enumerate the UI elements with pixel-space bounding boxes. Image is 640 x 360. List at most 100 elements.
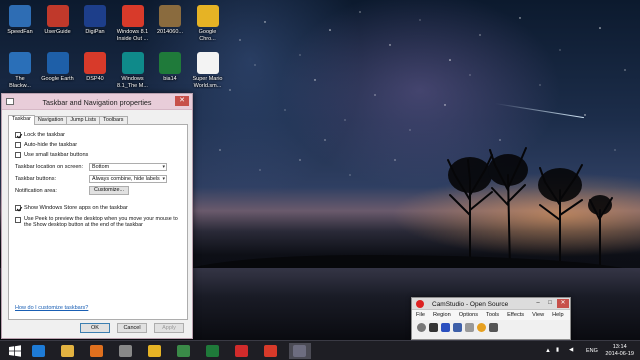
tab-navigation[interactable]: Navigation (33, 116, 68, 124)
desktop-icon[interactable]: Google Chro... (188, 3, 228, 47)
digipan-icon (84, 5, 106, 27)
active-window-icon (293, 345, 306, 357)
taskbar-buttons-label: Taskbar buttons: (15, 176, 57, 182)
customize-button[interactable]: Customize... (89, 186, 129, 195)
desktop-icon-label: DigiPan (85, 29, 105, 35)
ie-icon (32, 345, 45, 357)
desktop-icon[interactable]: UserGuide (38, 3, 78, 47)
taskbar-app-button[interactable] (57, 343, 79, 359)
desktop-icon[interactable]: Windows 8.1_The M... (113, 50, 153, 94)
chevron-down-icon: ▾ (162, 164, 165, 170)
taskbar-app-button[interactable] (202, 343, 224, 359)
excel-icon (159, 52, 181, 74)
taskbar-app-button[interactable] (86, 343, 108, 359)
language-indicator[interactable]: ENG (586, 348, 598, 354)
tab-taskbar[interactable]: Taskbar (8, 115, 35, 125)
close-button[interactable]: ✕ (557, 299, 569, 308)
location-value: Bottom (92, 164, 110, 170)
desktop-icon[interactable]: DigiPan (75, 3, 115, 47)
small-buttons-option[interactable]: Use small taskbar buttons (15, 152, 88, 158)
chrome-icon (196, 5, 219, 27)
camstudio-title: CamStudio - Open Source (432, 301, 509, 308)
film-icon[interactable] (465, 322, 474, 332)
volume-icon[interactable]: ◀ (569, 347, 573, 353)
taskbar-app-button[interactable] (115, 343, 137, 359)
folder-photos-icon (159, 5, 181, 27)
menu-help[interactable]: Help (552, 310, 564, 320)
clock[interactable]: 13:14 2014-06-19 (605, 344, 634, 358)
desktop-icon[interactable]: Google Earth (38, 50, 78, 94)
notification-area-label: Notification area: (15, 188, 57, 194)
taskbar-buttons-select[interactable]: Always combine, hide labels ▾ (89, 175, 167, 183)
cancel-button[interactable]: Cancel (117, 323, 147, 333)
desktop-icon-label: Super Mario World.sm... (192, 76, 223, 89)
ok-button[interactable]: OK (80, 323, 110, 333)
annotation-icon[interactable] (477, 322, 486, 332)
help-link[interactable]: How do I customize taskbars? (15, 305, 88, 311)
settings-icon[interactable] (489, 322, 498, 332)
menu-tools[interactable]: Tools (486, 310, 499, 320)
lock-taskbar-checkbox[interactable] (15, 132, 21, 138)
tree-silhouettes (447, 147, 613, 270)
tab-jump-lists[interactable]: Jump Lists (66, 116, 101, 124)
store-apps-checkbox[interactable] (15, 205, 21, 211)
dialog-titlebar[interactable]: Taskbar and Navigation properties ✕ (2, 94, 192, 110)
desktop-icon[interactable]: bia14 (150, 50, 190, 94)
windows-taskbar: ▲ ▮ ◀ ENG 13:14 2014-06-19 (0, 340, 640, 360)
pause-icon[interactable] (429, 322, 438, 332)
lock-taskbar-option[interactable]: Lock the taskbar (15, 132, 65, 138)
location-select[interactable]: Bottom ▾ (89, 163, 167, 171)
desktop-icon[interactable]: DSP40 (75, 50, 115, 94)
lock-taskbar-label: Lock the taskbar (24, 132, 66, 138)
dialog-title: Taskbar and Navigation properties (42, 98, 152, 107)
small-buttons-checkbox[interactable] (15, 152, 21, 158)
location-label: Taskbar location on screen: (15, 164, 84, 170)
stop-icon[interactable] (441, 322, 450, 332)
autohide-checkbox[interactable] (15, 142, 21, 148)
store-apps-label: Show Windows Store apps on the taskbar (24, 205, 128, 211)
close-button[interactable]: ✕ (175, 96, 189, 106)
store-apps-option[interactable]: Show Windows Store apps on the taskbar (15, 205, 128, 211)
chrome-icon (148, 345, 161, 357)
menu-region[interactable]: Region (433, 310, 451, 320)
taskbar-app-button[interactable] (231, 343, 253, 359)
autohide-option[interactable]: Auto-hide the taskbar (15, 142, 77, 148)
maximize-button[interactable]: □ (544, 299, 556, 308)
pdf-icon (84, 52, 106, 74)
taskbar-properties-dialog: Taskbar and Navigation properties ✕ Task… (1, 93, 193, 339)
desktop-icon[interactable]: The Blackw... (0, 50, 40, 94)
camstudio-icon (119, 345, 132, 357)
camstudio-titlebar[interactable]: CamStudio - Open Source – □ ✕ (412, 298, 570, 310)
taskbar-app-button[interactable] (28, 343, 50, 359)
network-icon[interactable]: ▮ (556, 347, 559, 353)
taskbar-app-button[interactable] (260, 343, 282, 359)
peek-checkbox[interactable] (15, 217, 21, 223)
taskbar-tab-panel: Lock the taskbar Auto-hide the taskbar U… (8, 124, 188, 320)
minimize-button[interactable]: – (532, 299, 544, 308)
start-button[interactable] (4, 343, 26, 359)
taskbar-app-button[interactable] (173, 343, 195, 359)
peek-option[interactable]: Use Peek to preview the desktop when you… (15, 216, 184, 228)
menu-file[interactable]: File (416, 310, 425, 320)
region-icon[interactable] (453, 322, 462, 332)
clock-time: 13:14 (612, 344, 627, 350)
autohide-label: Auto-hide the taskbar (24, 142, 78, 148)
app-icon (177, 345, 190, 357)
apply-button[interactable]: Apply (154, 323, 184, 333)
desktop-icon[interactable]: SpeedFan (0, 3, 40, 47)
menu-effects[interactable]: Effects (507, 310, 524, 320)
menu-options[interactable]: Options (459, 310, 478, 320)
desktop-icon[interactable]: Windows 8.1 Inside Out ... (113, 3, 153, 47)
desktop-icon-label: Google Earth (41, 76, 74, 82)
tab-toolbars[interactable]: Toolbars (99, 116, 128, 124)
menu-view[interactable]: View (532, 310, 544, 320)
desktop-icon[interactable]: 2014060... (150, 3, 190, 47)
tray-chevron-icon[interactable]: ▲ (545, 348, 551, 354)
pdf-icon (264, 345, 277, 357)
small-buttons-label: Use small taskbar buttons (24, 152, 89, 158)
taskbar-app-button[interactable] (144, 343, 166, 359)
desktop-icon-label: 2014060... (157, 29, 183, 35)
desktop-icon[interactable]: Super Mario World.sm... (188, 50, 228, 94)
taskbar-app-button[interactable] (289, 343, 311, 359)
record-icon[interactable] (417, 322, 426, 332)
